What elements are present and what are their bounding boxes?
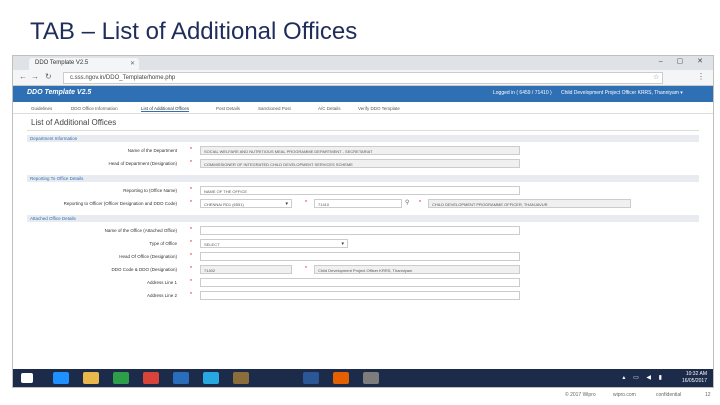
divider: [27, 130, 699, 131]
required-marker: *: [190, 266, 192, 272]
file-explorer-icon[interactable]: [83, 372, 99, 384]
head-of-office-label: Head Of Office (Designation): [119, 254, 177, 259]
close-icon[interactable]: ✕: [130, 60, 135, 67]
required-marker: *: [190, 292, 192, 298]
browser-tabbar: DDO Template V2.5 ✕ – ▢ ✕: [13, 56, 713, 70]
browser-tab-label: DDO Template V2.5: [35, 60, 89, 66]
tab-ac-details[interactable]: A/C Details: [318, 106, 341, 111]
back-icon[interactable]: ←: [19, 72, 27, 81]
system-tray[interactable]: ▴ ▭ ◀ ▮: [622, 374, 665, 381]
clock-date: 16/05/2017: [681, 378, 707, 384]
taskbar: ▴ ▭ ◀ ▮ 10:32 AM 16/05/2017: [13, 369, 713, 387]
app-brand: DDO Template V2.5: [27, 89, 92, 96]
office-type-select-value: SELECT: [204, 242, 220, 247]
required-marker: *: [305, 266, 307, 272]
reporting-officer-desc[interactable]: CHILD DEVELOPMENT PROGRAMME OFFICER, THA…: [428, 199, 631, 208]
attached-section: Attached Office Details Name of the Offi…: [27, 215, 699, 303]
search-icon[interactable]: ⚲: [405, 199, 409, 206]
page-title: List of Additional Offices: [31, 118, 117, 127]
address-line-2-input[interactable]: [200, 291, 520, 300]
required-marker: *: [190, 187, 192, 193]
skype-icon[interactable]: [203, 372, 219, 384]
reporting-office-input[interactable]: NAME OF THE OFFICE: [200, 186, 520, 195]
office-type-label: Type of Office: [149, 241, 177, 246]
reload-icon[interactable]: ↻: [45, 72, 52, 81]
required-marker: *: [190, 253, 192, 259]
head-of-office-input[interactable]: [200, 252, 520, 261]
address-line-2-label: Address Line 2: [146, 293, 177, 298]
internet-explorer-icon[interactable]: [53, 372, 69, 384]
windows-start-icon[interactable]: [21, 373, 33, 383]
address-bar: ← → ↻ c.sss.ngov.in/DDO_Template/home.ph…: [13, 70, 713, 86]
required-marker: *: [190, 160, 192, 166]
tab-sanctioned-post[interactable]: Sanctioned Post: [258, 106, 291, 111]
clock-time: 10:32 AM: [685, 371, 707, 377]
screenshot: DDO Template V2.5 ✕ – ▢ ✕ ← → ↻ c.sss.ng…: [12, 55, 714, 388]
required-marker: *: [305, 200, 307, 206]
slide: TAB – List of Additional Offices DDO Tem…: [0, 0, 720, 405]
footer-classification: confidential: [656, 392, 682, 398]
window-controls[interactable]: – ▢ ✕: [659, 57, 709, 65]
menu-tabs: Guidelines DDO Office Information List o…: [13, 102, 713, 114]
reporting-office-label: Reporting to (Office Name): [123, 188, 177, 193]
reporting-officer-select[interactable]: CHENNAI RD1 (6551) ▾: [200, 199, 292, 208]
main-content: List of Additional Offices Department In…: [13, 118, 713, 303]
word-icon[interactable]: [303, 372, 319, 384]
footer-site: wipro.com: [613, 392, 636, 398]
reporting-officer-label: Reporting to Officer (Officer Designatio…: [63, 201, 177, 206]
browser-tab[interactable]: DDO Template V2.5 ✕: [29, 58, 139, 70]
photo-icon[interactable]: [233, 372, 249, 384]
required-marker: *: [190, 240, 192, 246]
hod-field[interactable]: COMMISSIONER OF INTEGRATED CHILD DEVELOP…: [200, 159, 520, 168]
reporting-officer-code[interactable]: 71410: [314, 199, 402, 208]
section-heading: Department Information: [27, 135, 699, 142]
department-name-field[interactable]: SOCIAL WELFARE AND NUTRITIOUS MEAL PROGR…: [200, 146, 520, 155]
forward-icon[interactable]: →: [31, 72, 39, 81]
outlook-icon[interactable]: [173, 372, 189, 384]
footer-page-number: 12: [705, 392, 711, 398]
user-menu[interactable]: Child Development Project Officer KRRS, …: [561, 90, 683, 96]
required-marker: *: [190, 279, 192, 285]
department-section: Department Information Name of the Depar…: [27, 135, 699, 171]
login-info: Logged in ( 6459 / 71410 ): [493, 90, 552, 96]
required-marker: *: [190, 147, 192, 153]
store-icon[interactable]: [113, 372, 129, 384]
chevron-down-icon: ▾: [285, 201, 288, 207]
tab-guidelines[interactable]: Guidelines: [31, 106, 52, 111]
chrome-icon[interactable]: [143, 372, 159, 384]
footer-copyright: © 2017 Wipro: [565, 392, 596, 398]
url-input[interactable]: c.sss.ngov.in/DDO_Template/home.php: [63, 72, 663, 84]
tab-verify-ddo-template[interactable]: Verify DDO Template: [358, 106, 400, 111]
address-line-1-input[interactable]: [200, 278, 520, 287]
ddo-designation-field[interactable]: Child Development Project Officer KRRS, …: [314, 265, 520, 274]
section-heading: Attached Office Details: [27, 215, 699, 222]
required-marker: *: [190, 227, 192, 233]
ddo-code-label: DDO Code & DDO (Designation): [111, 267, 177, 272]
address-line-1-label: Address Line 1: [146, 280, 177, 285]
clock[interactable]: 10:32 AM 16/05/2017: [682, 371, 707, 385]
required-marker: *: [419, 200, 421, 206]
reporting-section: Reporting To Office Details Reporting to…: [27, 175, 699, 211]
required-marker: *: [190, 200, 192, 206]
department-name-label: Name of the Department: [127, 148, 177, 153]
hod-label: Head of Department (Designation): [108, 161, 177, 166]
attached-name-label: Name of the Office (Attached Office): [104, 228, 177, 233]
slide-title: TAB – List of Additional Offices: [30, 18, 358, 45]
chevron-down-icon: ▾: [341, 241, 344, 247]
app-header: DDO Template V2.5 Logged in ( 6459 / 714…: [13, 86, 713, 102]
bookmark-star-icon[interactable]: ☆: [653, 73, 659, 81]
browser-menu-icon[interactable]: ⋮: [697, 72, 705, 81]
ddo-code-field[interactable]: 71402: [200, 265, 292, 274]
attached-name-input[interactable]: [200, 226, 520, 235]
tab-ddo-office-information[interactable]: DDO Office Information: [71, 106, 118, 111]
reporting-officer-select-value: CHENNAI RD1 (6551): [204, 202, 244, 207]
office-type-select[interactable]: SELECT ▾: [200, 239, 348, 248]
tab-list-of-additional-offices[interactable]: List of Additional Offices: [141, 106, 189, 112]
other-app-icon[interactable]: [363, 372, 379, 384]
firefox-icon[interactable]: [333, 372, 349, 384]
section-heading: Reporting To Office Details: [27, 175, 699, 182]
tab-post-details[interactable]: Post Details: [216, 106, 240, 111]
